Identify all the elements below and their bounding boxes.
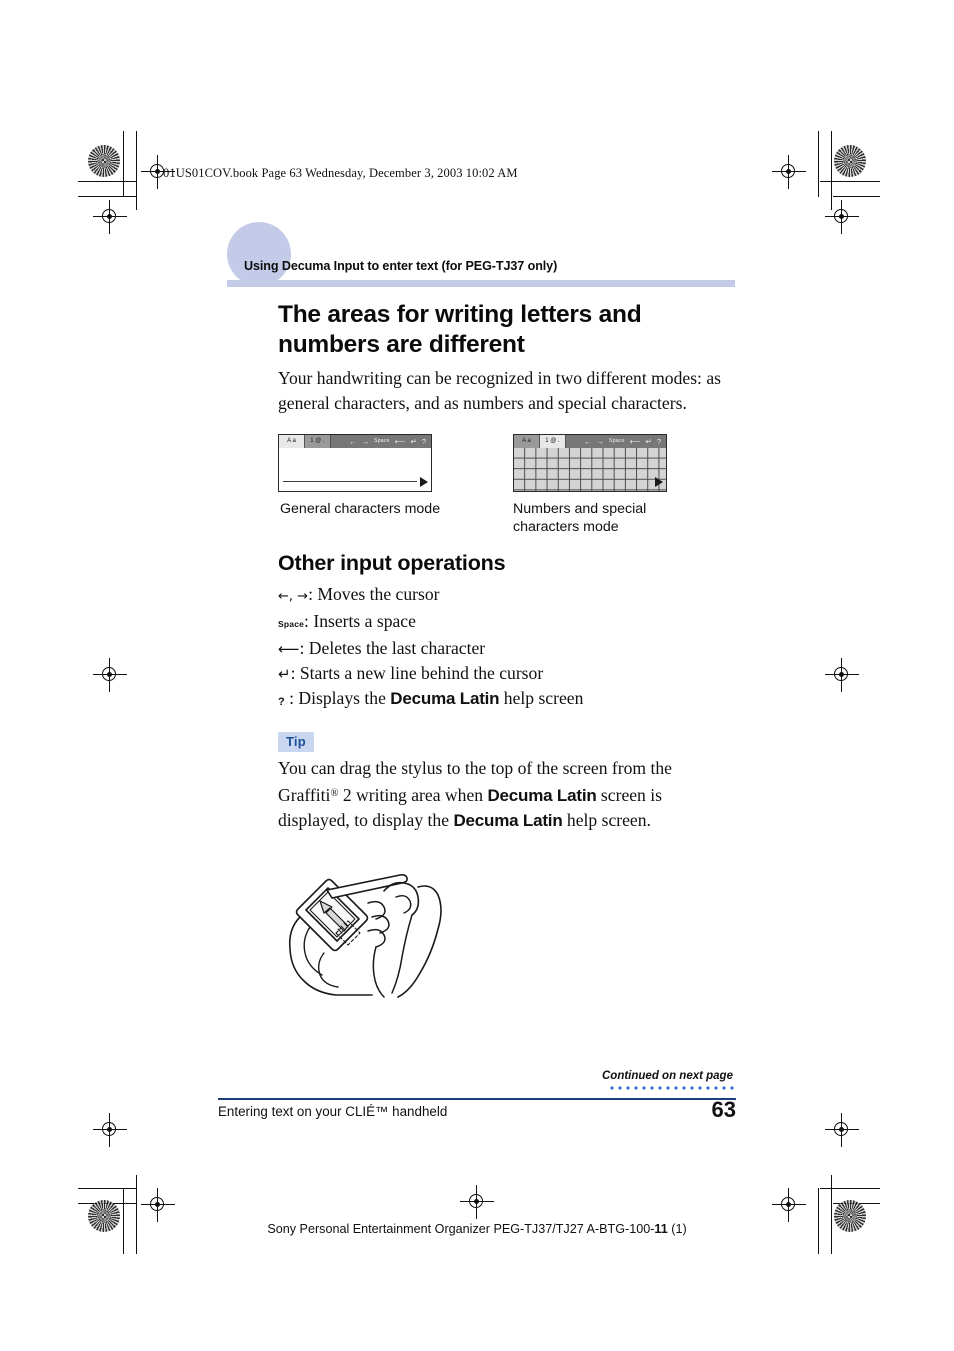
crop-mark-top-right-horizontal2 [833,196,880,198]
writing-area-general[interactable] [279,448,431,491]
crop-mark-bottom-right-horizontal [820,1188,880,1190]
crop-mark-top-left-vertical [123,131,125,197]
crop-mark-bottom-right-vertical [818,1188,820,1254]
decuma-latin-label: Decuma Latin [487,786,597,805]
crop-mark-top-right-vertical [818,131,820,197]
registration-target-bottom-right-inner [772,1188,806,1222]
crop-mark-top-left-horizontal2 [78,196,137,198]
crop-mark-bottom-left-horizontal [78,1188,137,1190]
help-icon[interactable]: ? [657,435,661,448]
decuma-screen-figures: A a 1 @ . ← → Space ⟵ ↵ ? A a 1 @ . ← → … [278,434,736,535]
figure-general-characters-mode: A a 1 @ . ← → Space ⟵ ↵ ? [278,434,432,492]
decorative-dot-rule [608,1086,736,1090]
cursor-right-icon[interactable]: → [362,435,370,448]
registration-target-bottom-right [825,1113,859,1147]
space-icon[interactable]: Space [609,435,625,448]
tip-badge: Tip [278,732,314,752]
operation-text: : Deletes the last character [299,638,486,658]
writing-area-numbers-grid[interactable] [514,448,666,491]
operation-move-cursor: ←, →: Moves the cursor [278,582,736,609]
tab-numeric-mode[interactable]: 1 @ . [305,435,331,448]
return-icon[interactable]: ↵ [646,435,652,448]
cursor-arrows-icon: ←, → [278,589,309,604]
caption-numbers-special-mode: Numbers and special characters mode [513,501,647,535]
imprint-revision: 11 [654,1222,668,1236]
density-patch-top-left [88,145,120,177]
tab-numeric-mode[interactable]: 1 @ . [540,435,566,448]
stylus-drag-illustration [288,874,442,998]
cursor-left-icon[interactable]: ← [584,435,592,448]
operation-text: : Moves the cursor [308,584,440,604]
operation-help-screen: ? : Displays the Decuma Latin help scree… [278,686,736,714]
imprint-text-a: Sony Personal Entertainment Organizer PE… [267,1222,655,1236]
space-icon[interactable]: Space [374,435,390,448]
registration-target-right-middle [825,658,859,692]
operation-text-after: help screen [499,688,584,708]
toolbar-icon-group: ← → Space ⟵ ↵ ? [331,435,431,448]
decuma-toolbar: A a 1 @ . ← → Space ⟵ ↵ ? [279,435,431,448]
space-icon: Space [278,619,305,629]
help-icon[interactable]: ? [422,435,426,448]
registration-target-bottom-center [460,1185,494,1219]
decuma-toolbar: A a 1 @ . ← → Space ⟵ ↵ ? [514,435,666,448]
continued-next-page-label: Continued on next page [602,1070,733,1082]
registration-target-top-left-lower [93,200,127,234]
return-icon[interactable]: ↵ [411,435,417,448]
tip-text-4: help screen. [562,810,651,830]
operation-text: : Starts a new line behind the cursor [290,663,544,683]
help-icon: ? [278,696,285,708]
crop-mark-top-right-vertical2 [831,131,833,210]
decuma-latin-label: Decuma Latin [390,689,500,708]
operation-insert-space: Space: Inserts a space [278,609,736,636]
page-content: The areas for writing letters and number… [278,300,736,1017]
running-head-band [227,280,735,287]
decuma-latin-label: Decuma Latin [453,811,563,830]
operation-delete-character: ⟵: Deletes the last character [278,636,736,661]
backspace-icon[interactable]: ⟵ [395,435,406,448]
crop-mark-bottom-left-vertical [123,1188,125,1254]
running-head-circle-decoration [227,222,291,286]
footer-chapter-title: Entering text on your CLIÉ™ handheld [218,1104,448,1119]
imprint-line: Sony Personal Entertainment Organizer PE… [0,1222,954,1236]
tip-text-2: 2 writing area when [338,785,488,805]
section-heading-areas: The areas for writing letters and number… [278,301,642,358]
section-body-areas: Your handwriting can be recognized in tw… [278,368,721,413]
cursor-arrow-icon [655,477,663,487]
registration-target-top-right [772,155,806,189]
cursor-left-icon[interactable]: ← [349,435,357,448]
return-icon: ↵ [278,665,291,683]
writing-baseline [283,480,417,482]
operation-text-before: : Displays the [284,688,391,708]
footer-divider [218,1098,736,1100]
toolbar-icon-group: ← → Space ⟵ ↵ ? [566,435,666,448]
registration-target-bottom-left [93,1113,127,1147]
print-header-line: 01US01COV.book Page 63 Wednesday, Decemb… [163,166,518,180]
crop-mark-bottom-right-vertical2 [831,1175,833,1254]
crop-mark-top-left-vertical2 [136,131,138,210]
figure-numbers-special-mode: A a 1 @ . ← → Space ⟵ ↵ ? [513,434,667,492]
density-patch-top-right [834,145,866,177]
tab-alpha-mode[interactable]: A a [514,435,540,448]
backspace-icon[interactable]: ⟵ [630,435,641,448]
crop-mark-bottom-left-vertical2 [136,1175,138,1254]
tip-paragraph: You can drag the stylus to the top of th… [278,756,736,833]
imprint-text-c: (1) [667,1222,687,1236]
caption-general-characters-mode: General characters mode [280,501,441,517]
section-heading-other-input-operations: Other input operations [278,551,506,575]
page-number: 63 [711,1097,736,1122]
backspace-icon: ⟵ [278,640,300,658]
operation-text: : Inserts a space [304,611,416,631]
operation-new-line: ↵: Starts a new line behind the cursor [278,661,736,686]
registration-target-bottom-left-inner [141,1188,175,1222]
cursor-arrow-icon [420,477,428,487]
crop-mark-top-left-horizontal [78,181,137,183]
crop-mark-top-right-horizontal [820,181,880,183]
running-head-title: Using Decuma Input to enter text (for PE… [244,259,558,273]
registration-target-left-middle [93,658,127,692]
operations-list: ←, →: Moves the cursor Space: Inserts a … [278,582,736,714]
tab-alpha-mode[interactable]: A a [279,435,305,448]
cursor-right-icon[interactable]: → [597,435,605,448]
